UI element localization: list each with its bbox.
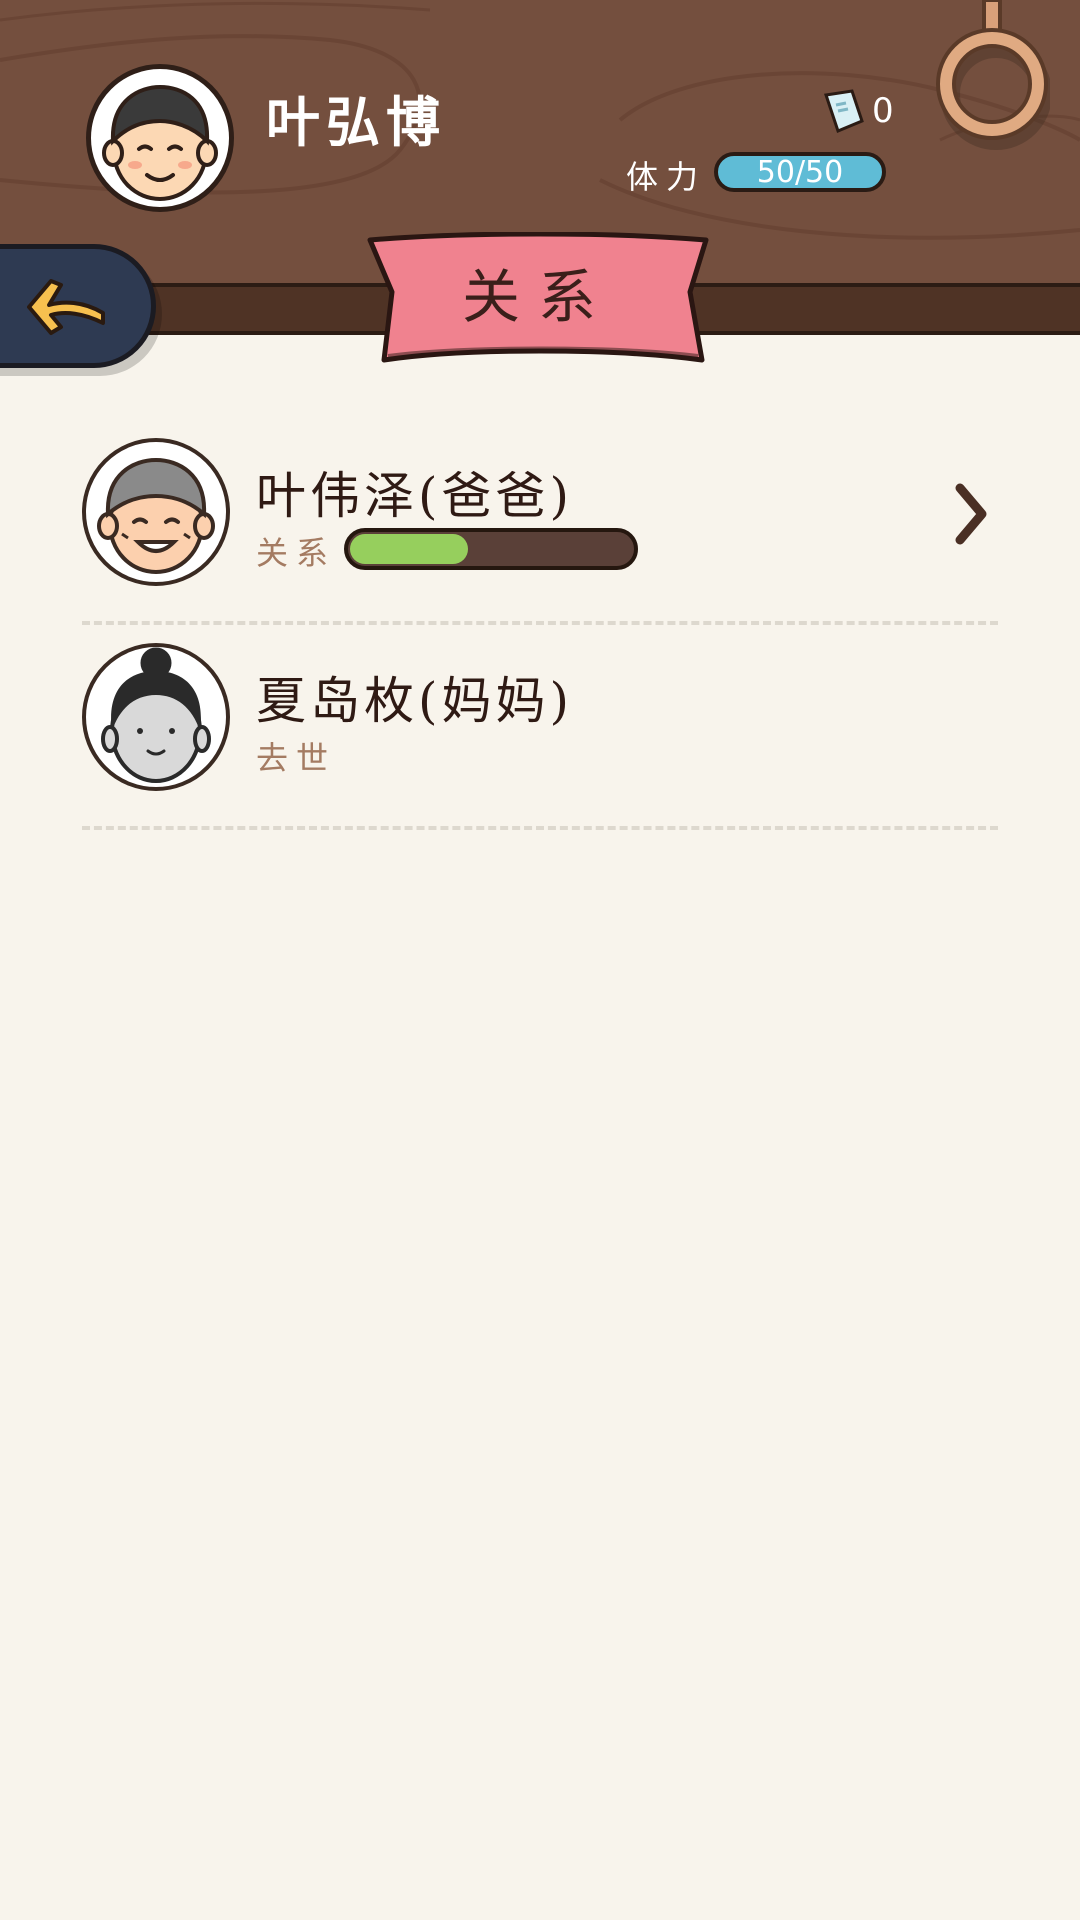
currency-display: 0: [822, 86, 894, 136]
relation-list: 叶伟泽(爸爸) 关系 夏岛枚(妈妈) 去世: [82, 420, 998, 830]
relation-name: 叶伟泽(爸爸): [256, 467, 574, 525]
avatar: [82, 438, 230, 586]
stamina-value: 50/50: [756, 154, 844, 190]
mother-face-icon: [101, 647, 211, 783]
relation-row-father[interactable]: 叶伟泽(爸爸) 关系: [82, 420, 998, 625]
stamina-bar: 50/50: [714, 152, 886, 192]
player-face-icon: [102, 84, 218, 201]
relation-row-mother[interactable]: 夏岛枚(妈妈) 去世: [82, 625, 998, 830]
relation-name: 夏岛枚(妈妈): [256, 672, 574, 730]
chevron-right-icon[interactable]: [938, 474, 998, 554]
back-button[interactable]: [0, 244, 156, 368]
dashed-divider: [82, 826, 998, 830]
relation-progress-bar: [344, 528, 638, 570]
relation-label: 关系: [256, 534, 337, 572]
player-name: 叶弘博: [266, 90, 446, 154]
player-avatar[interactable]: [86, 64, 234, 212]
ring-icon[interactable]: [930, 0, 1050, 150]
money-note-icon: [824, 89, 864, 134]
page-title: 关系: [461, 263, 614, 331]
stamina-label: 体力: [626, 158, 707, 196]
relation-status: 去世: [256, 739, 337, 777]
currency-value: 0: [872, 91, 894, 131]
grandpa-face-icon: [97, 457, 215, 574]
relation-progress-fill: [350, 534, 468, 564]
avatar: [82, 643, 230, 791]
back-arrow-icon: [27, 279, 105, 335]
